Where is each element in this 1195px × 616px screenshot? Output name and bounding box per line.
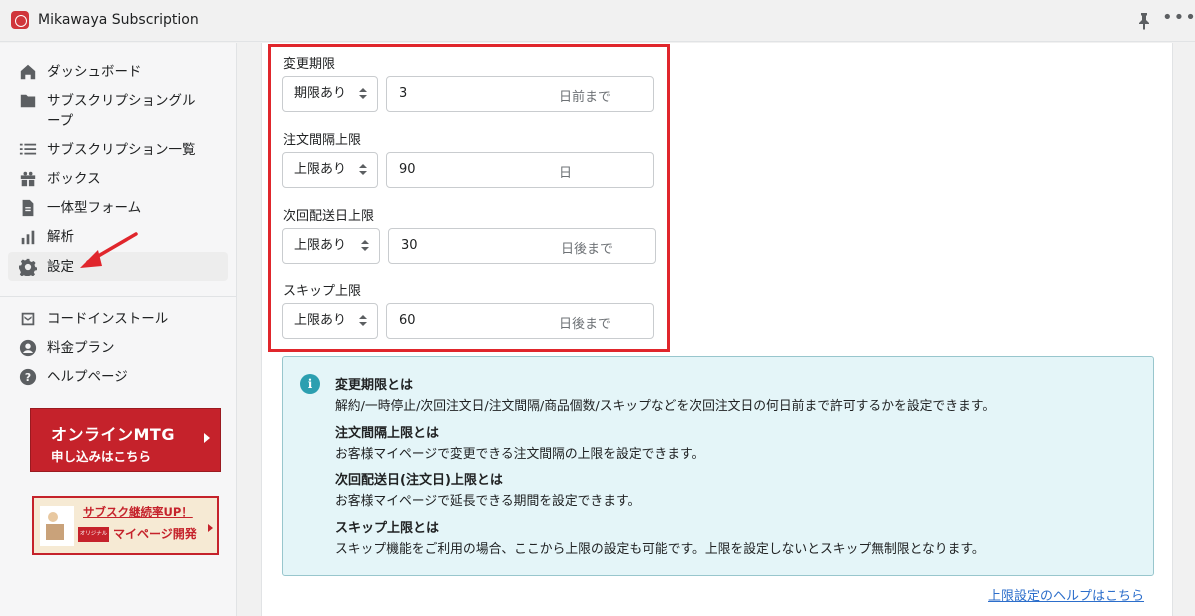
order-interval-max-label: 注文間隔上限 (283, 133, 362, 148)
chevron-right-icon (208, 524, 213, 532)
sidebar-item-subscription-groups[interactable]: サブスクリプショングル ープ (8, 91, 228, 131)
bar-chart-icon (18, 227, 38, 247)
sidebar-item-subscription-list[interactable]: サブスクリプション一覧 (8, 140, 228, 160)
select-caret-icon (361, 240, 369, 252)
skip-max-input[interactable]: 60 日後まで (386, 303, 654, 339)
sidebar-item-label: サブスクリプション一覧 (47, 142, 196, 158)
next-delivery-max-label: 次回配送日上限 (283, 209, 375, 224)
help-link[interactable]: 上限設定のヘルプはこちら (988, 585, 1144, 604)
chevron-right-icon (204, 433, 210, 443)
home-icon (18, 62, 38, 82)
select-caret-icon (359, 315, 367, 327)
input-suffix: 日前まで (559, 90, 612, 105)
mypage-development-banner[interactable]: サブスク継続率UP！ オリジナル マイページ開発 (32, 496, 219, 555)
sidebar-item-label: ヘルプページ (47, 369, 128, 385)
input-suffix: 日後まで (561, 242, 614, 257)
original-badge: オリジナル (78, 527, 109, 542)
sidebar-divider (0, 296, 237, 297)
sidebar-item-label: 設定 (47, 258, 74, 275)
banner-subtitle: 申し込みはこちら (51, 449, 152, 464)
skip-max-select[interactable]: 上限あり (282, 303, 378, 339)
banner-illustration (40, 506, 74, 546)
sidebar-item-label: ダッシュボード (47, 64, 142, 80)
info-text: お客様マイページで変更できる注文間隔の上限を設定できます。 (335, 447, 705, 462)
account-icon (18, 338, 38, 358)
input-suffix: 日後まで (559, 317, 612, 332)
select-caret-icon (359, 164, 367, 176)
change-deadline-input[interactable]: 3 日前まで (386, 76, 654, 112)
sidebar-item-label: サブスクリプショングル ープ (47, 93, 196, 129)
info-text: お客様マイページで延長できる期間を設定できます。 (335, 494, 641, 509)
online-mtg-banner[interactable]: オンラインMTG 申し込みはこちら (30, 408, 221, 472)
order-interval-max-select[interactable]: 上限あり (282, 152, 378, 188)
sidebar-item-label: ボックス (47, 171, 101, 187)
order-interval-max-input[interactable]: 90 日 (386, 152, 654, 188)
sidebar-item-code-install[interactable]: コードインストール (8, 309, 228, 329)
app-title: Mikawaya Subscription (38, 12, 199, 28)
document-icon (18, 198, 38, 218)
code-box-icon (18, 309, 38, 329)
info-heading: スキップ上限とは (335, 521, 440, 536)
sidebar-item-label: 一体型フォーム (47, 200, 142, 216)
input-suffix: 日 (559, 166, 573, 181)
folder-icon (18, 91, 38, 111)
sidebar-item-integrated-form[interactable]: 一体型フォーム (8, 198, 228, 218)
app-logo-icon (11, 11, 29, 29)
gift-icon (18, 169, 38, 189)
banner-subtitle: マイページ開発 (113, 527, 197, 541)
next-delivery-max-select[interactable]: 上限あり (282, 228, 380, 264)
change-deadline-select[interactable]: 期限あり (282, 76, 378, 112)
list-icon (18, 140, 38, 160)
top-bar: Mikawaya Subscription ••• (0, 0, 1195, 42)
next-delivery-max-input[interactable]: 30 日後まで (388, 228, 656, 264)
question-icon: ? (18, 367, 38, 387)
info-heading: 注文間隔上限とは (335, 426, 440, 441)
sidebar-item-label: 料金プラン (47, 340, 115, 356)
svg-text:?: ? (25, 371, 31, 384)
info-text: スキップ機能をご利用の場合、ここから上限の設定も可能です。上限を設定しないとスキ… (335, 542, 985, 557)
info-text: 解約/一時停止/次回注文日/注文間隔/商品個数/スキップなどを次回注文日の何日前… (335, 399, 996, 414)
change-deadline-label: 変更期限 (283, 57, 336, 72)
sidebar-item-help-page[interactable]: ? ヘルプページ (8, 367, 228, 387)
banner-title: サブスク継続率UP！ (83, 505, 193, 519)
annotation-arrow-icon (80, 232, 138, 268)
sidebar-item-label: 解析 (47, 229, 74, 245)
sidebar-item-box[interactable]: ボックス (8, 169, 228, 189)
sidebar-item-pricing-plan[interactable]: 料金プラン (8, 338, 228, 358)
skip-max-label: スキップ上限 (283, 284, 362, 299)
info-icon: i (300, 374, 320, 394)
more-options-icon[interactable]: ••• (1162, 9, 1195, 30)
sidebar-item-label: コードインストール (47, 311, 169, 327)
info-heading: 次回配送日(注文日)上限とは (335, 473, 503, 488)
gear-icon (18, 257, 38, 277)
sidebar-item-dashboard[interactable]: ダッシュボード (8, 62, 228, 82)
info-heading: 変更期限とは (335, 378, 414, 393)
select-caret-icon (359, 88, 367, 100)
pin-icon[interactable] (1136, 12, 1152, 30)
banner-title: オンラインMTG (51, 425, 175, 444)
